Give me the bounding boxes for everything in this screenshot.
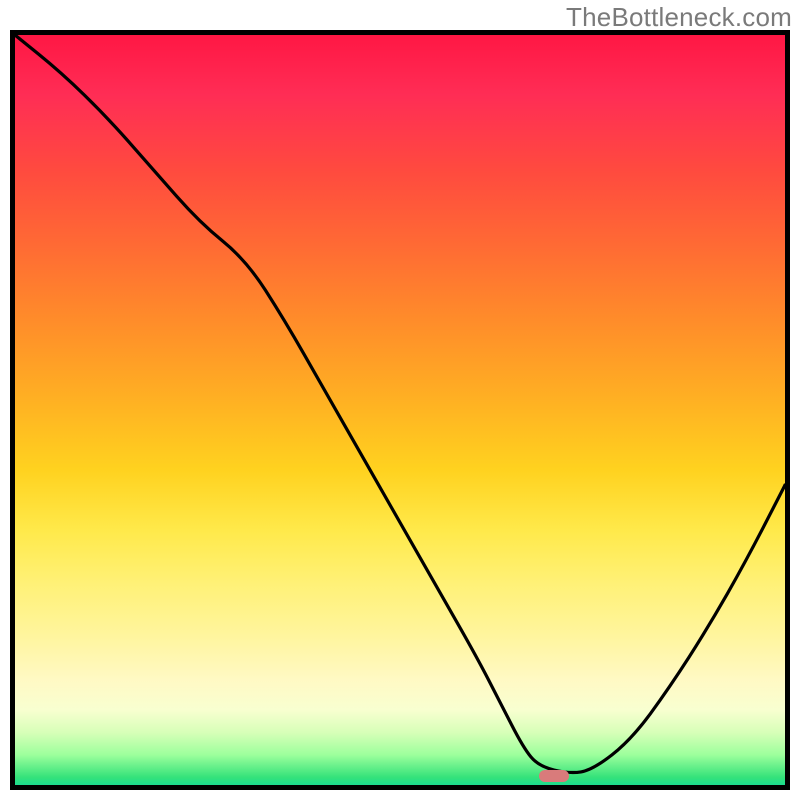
plot-frame bbox=[10, 30, 790, 790]
optimum-marker bbox=[539, 770, 569, 782]
watermark-text: TheBottleneck.com bbox=[566, 2, 792, 33]
bottleneck-curve bbox=[15, 35, 785, 773]
chart-container: TheBottleneck.com bbox=[0, 0, 800, 800]
curve-layer bbox=[15, 35, 785, 785]
